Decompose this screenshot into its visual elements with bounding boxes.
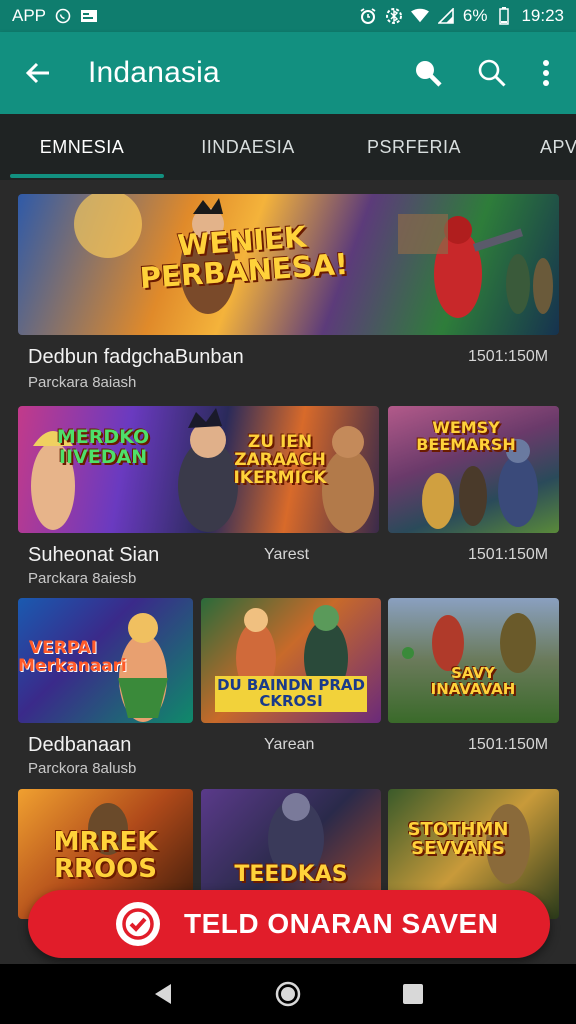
item-title: Suheonat Sian [28, 544, 160, 566]
tile-title-text: DU BAINDN PRAD CKROSI [215, 676, 367, 712]
search-outline-button[interactable] [470, 51, 514, 95]
primary-action-button[interactable]: TELD ONARAN SAVEN [28, 890, 550, 958]
tile-title-text: MERDKO IIVEDAN [56, 426, 150, 468]
tab-label: IINDAESIA [201, 136, 295, 157]
system-nav-bar [0, 964, 576, 1024]
tile-title-text: TEEDKAS [234, 862, 348, 887]
app-bar: Indanasia [0, 32, 576, 114]
tab-emnesia[interactable]: EMNESIA [0, 114, 164, 180]
item-middle: Yarest [264, 546, 310, 563]
tile-title-text: VERPAI Merkanaari [18, 638, 127, 676]
back-button[interactable] [18, 53, 58, 93]
primary-action-label: TELD ONARAN SAVEN [184, 908, 499, 939]
nav-back-button[interactable] [145, 976, 181, 1012]
battery-percent: 6% [462, 6, 488, 25]
item-meta: 1501:150M [468, 546, 549, 563]
page-title: Indanasia [88, 56, 220, 89]
clock: 19:23 [521, 6, 564, 25]
tab-bar: EMNESIA IINDAESIA PSRFERIA APV [0, 114, 576, 180]
tile-thumbnail[interactable]: SAVY INAVAVAH [388, 598, 559, 723]
tab-apv[interactable]: APV [496, 114, 576, 180]
tile-art [402, 613, 536, 673]
tile-thumbnail[interactable]: DU BAINDN PRAD CKROSI [201, 598, 381, 723]
search-icon [416, 61, 442, 87]
bluetooth-icon [385, 7, 403, 25]
tab-psrferia[interactable]: PSRFERIA [332, 114, 496, 180]
tile-thumbnail[interactable]: MERDKO IIVEDAN ZU IEN ZARAACH IKERMICK [18, 406, 379, 533]
wifi-icon [410, 7, 429, 25]
recents-square-icon [403, 984, 424, 1004]
item-subtitle: Parckara 8aiesb [28, 570, 137, 587]
message-icon [80, 7, 98, 25]
home-circle-icon [275, 981, 301, 1007]
whatsapp-icon [54, 7, 72, 25]
content-list[interactable]: WENIEK PERBANESA! Dedbun fadgchaBunban P… [0, 180, 576, 964]
tab-iindaesia[interactable]: IINDAESIA [164, 114, 332, 180]
status-bar: APP 6% 19:23 [0, 0, 576, 32]
nav-recents-button[interactable] [395, 976, 431, 1012]
tab-label: APV [540, 136, 576, 157]
item-meta: 1501:150M [468, 736, 549, 753]
alarm-icon [359, 7, 377, 25]
search-button[interactable] [406, 51, 450, 95]
app-label: APP [12, 6, 47, 25]
tile-title-text: STOTHMN SEVVANS [407, 819, 509, 859]
tab-label: EMNESIA [39, 136, 125, 157]
nav-home-button[interactable] [270, 976, 306, 1012]
item-title: Dedbun fadgchaBunban [28, 346, 244, 368]
more-vert-icon [543, 60, 549, 86]
signal-icon [437, 7, 455, 25]
tile-title-text: SAVY INAVAVAH [430, 664, 516, 698]
tab-label: PSRFERIA [366, 136, 462, 157]
search-icon [478, 59, 506, 87]
tile-title-text: ZU IEN ZARAACH IKERMICK [233, 432, 327, 488]
tab-indicator [10, 174, 164, 178]
item-middle: Yarean [264, 736, 315, 753]
tile-thumbnail[interactable]: VERPAI Merkanaari [18, 598, 193, 723]
tile-title-text: MRREK RROOS [53, 827, 158, 885]
tile-title-text: WEMSY BEEMARSH [416, 418, 516, 454]
battery-icon [495, 7, 513, 25]
check-circle-icon [116, 902, 160, 946]
item-meta: 1501:150M [468, 348, 549, 365]
banner-thumbnail[interactable]: WENIEK PERBANESA! [18, 194, 559, 335]
overflow-menu-button[interactable] [534, 51, 558, 95]
back-triangle-icon [154, 984, 171, 1004]
item-title: Dedbanaan [28, 734, 132, 756]
tile-thumbnail[interactable]: WEMSY BEEMARSH [388, 406, 559, 533]
arrow-back-icon [25, 62, 49, 84]
item-subtitle: Parckora 8alusb [28, 760, 137, 777]
item-subtitle: Parckara 8aiash [28, 374, 137, 391]
